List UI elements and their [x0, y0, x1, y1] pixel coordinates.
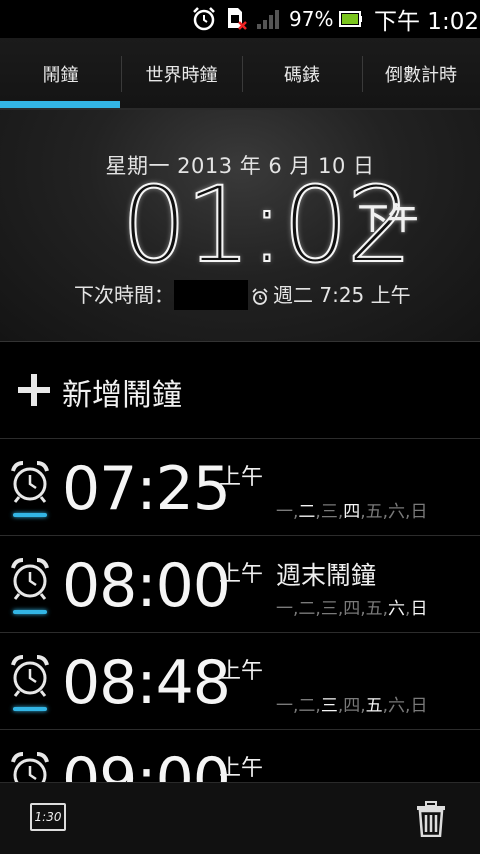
tab-alarm[interactable]: 鬧鐘 — [0, 38, 121, 110]
tab-timer[interactable]: 倒數計時 — [362, 38, 480, 110]
tab-world-clock[interactable]: 世界時鐘 — [121, 38, 242, 110]
digital-clock-panel: 星期一 2013 年 6 月 10 日 01:02 下午 下次時間： 週二 7:… — [0, 110, 480, 342]
repeat-day: 四 — [343, 502, 361, 522]
alarm-clock-icon — [251, 288, 269, 310]
repeat-day: 日 — [410, 502, 428, 522]
repeat-day: 一 — [276, 696, 293, 716]
alarm-time: 08:00 — [62, 551, 231, 621]
repeat-day: 一 — [276, 502, 293, 522]
next-alarm-value: 週二 7:25 上午 — [273, 283, 411, 307]
repeat-day: 二 — [298, 696, 316, 716]
repeat-day: 六 — [388, 696, 406, 716]
repeat-day: 一 — [276, 599, 293, 619]
repeat-day: 五 — [365, 502, 383, 522]
redacted-block — [174, 280, 248, 310]
alarm-row[interactable]: 07:25 上午 一,二,三,四,五,六,日 — [0, 439, 480, 536]
alarm-label: 週末鬧鐘 — [276, 561, 377, 590]
sim-no-service-icon — [226, 0, 248, 38]
status-bar: 97% 下午 1:02 — [0, 0, 480, 38]
battery-percent: 97% — [289, 7, 334, 31]
alarm-ampm: 上午 — [219, 756, 264, 781]
repeat-day: 日 — [410, 696, 428, 716]
repeat-day: 四 — [343, 696, 361, 716]
tab-stopwatch[interactable]: 碼錶 — [242, 38, 362, 110]
repeat-day: 五 — [365, 599, 383, 619]
repeat-day: 四 — [343, 599, 361, 619]
battery-icon — [339, 0, 363, 38]
tab-selected-indicator — [0, 101, 120, 108]
desk-clock-text: 1:30 — [34, 810, 62, 824]
repeat-day: 六 — [388, 502, 406, 522]
alarm-repeat-days: 一,二,三,四,五,六,日 — [276, 691, 427, 716]
repeat-day: 三 — [320, 599, 338, 619]
alarm-clock-icon — [11, 461, 49, 503]
alarm-repeat-days: 一,二,三,四,五,六,日 — [276, 594, 427, 619]
alarm-ampm: 上午 — [219, 465, 264, 490]
add-alarm-label: 新增鬧鐘 — [62, 378, 182, 413]
repeat-day: 二 — [298, 599, 316, 619]
tab-bar: 鬧鐘 世界時鐘 碼錶 倒數計時 — [0, 38, 480, 110]
alarm-toggle[interactable] — [9, 459, 51, 523]
plus-icon — [18, 374, 50, 406]
alarm-ampm: 上午 — [219, 659, 264, 684]
alarm-enabled-indicator — [13, 610, 47, 614]
alarm-toggle[interactable] — [9, 653, 51, 717]
alarm-row[interactable]: 08:00 上午 週末鬧鐘一,二,三,四,五,六,日 — [0, 536, 480, 633]
alarm-clock-icon — [11, 558, 49, 600]
repeat-day: 二 — [298, 502, 316, 522]
alarm-repeat-days: 一,二,三,四,五,六,日 — [276, 497, 427, 522]
repeat-day: 六 — [388, 599, 406, 619]
alarm-clock-icon — [191, 0, 217, 38]
repeat-day: 日 — [410, 599, 428, 619]
repeat-day: 三 — [320, 696, 338, 716]
next-alarm-label: 下次時間： — [74, 283, 174, 307]
trash-icon[interactable] — [415, 801, 447, 838]
alarm-time: 08:48 — [62, 648, 231, 718]
add-alarm-button[interactable]: 新增鬧鐘 — [0, 342, 480, 439]
signal-strength-icon — [256, 0, 280, 38]
alarm-enabled-indicator — [13, 707, 47, 711]
alarm-clock-icon — [11, 655, 49, 697]
alarm-ampm: 上午 — [219, 562, 264, 587]
current-ampm: 下午 — [358, 202, 418, 237]
alarm-toggle[interactable] — [9, 556, 51, 620]
repeat-day: 三 — [320, 502, 338, 522]
bottom-action-bar: 1:30 — [0, 782, 480, 854]
desk-clock-icon[interactable]: 1:30 — [30, 803, 66, 831]
status-time: 下午 1:02 — [374, 9, 479, 35]
next-alarm-line: 下次時間： 週二 7:25 上午 — [0, 280, 480, 310]
repeat-day: 五 — [365, 696, 383, 716]
alarm-enabled-indicator — [13, 513, 47, 517]
alarm-time: 07:25 — [62, 454, 231, 524]
alarm-row[interactable]: 08:48 上午 一,二,三,四,五,六,日 — [0, 633, 480, 730]
